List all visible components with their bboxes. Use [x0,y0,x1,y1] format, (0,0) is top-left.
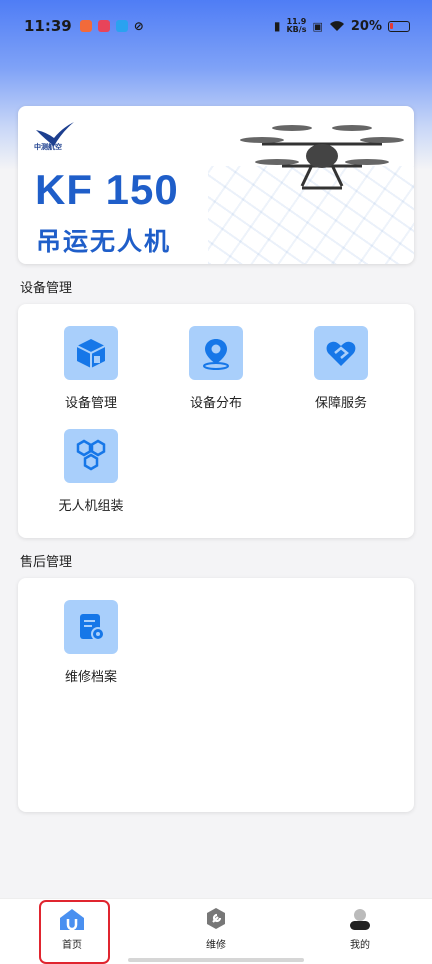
logo-text: 中测航空 [34,143,62,151]
hexagons-icon [64,429,118,483]
home-highlight-frame [39,900,110,964]
battery-icon [388,20,410,32]
drone-image [240,125,404,190]
tile-device-distribution[interactable]: 设备分布 [156,326,276,418]
user-icon [350,909,370,930]
home-indicator[interactable] [128,958,304,962]
nav-profile[interactable]: 我的 [320,907,400,951]
product-banner[interactable]: 中测航空 KF 150 吊运无人机 [18,106,414,264]
tile-repair-records[interactable]: 维修档案 [31,600,151,692]
model-subtitle: 吊运无人机 [36,227,172,256]
battery-text: 20% [350,18,382,34]
tile-support-service[interactable]: 保障服务 [281,326,401,418]
wifi-icon [329,21,344,31]
status-time: 11:39 [24,17,72,35]
section-title-device: 设备管理 [20,281,73,296]
wrench-icon [207,908,225,929]
location-pin-icon [189,326,243,380]
notification-app-icon [115,20,128,32]
nav-profile-label: 我的 [350,940,370,951]
after-sales-card: 维修档案 [18,578,414,812]
vibrate-icon: ▮ [273,19,281,33]
notification-link-icon: ⊘ [133,19,144,33]
tile-drone-assembly[interactable]: 无人机组装 [31,429,151,521]
model-title: KF 150 [35,166,179,213]
box-icon [64,326,118,380]
section-title-after-sales: 售后管理 [20,555,73,570]
notification-app-icon [97,20,110,32]
nav-repair[interactable]: 维修 [176,907,256,951]
tile-device-management[interactable]: 设备管理 [31,326,151,418]
document-gear-icon [64,600,118,654]
status-bar: 11:39 ⊘ ▮ 11.9 KB/s ▣ 20% [0,0,432,52]
network-speed: 11.9 KB/s [286,17,307,34]
nav-repair-label: 维修 [206,940,226,951]
device-management-card: 设备管理 设备分布 保障服务 无人机组装 [18,304,414,538]
sim-icon: ▣ [312,19,323,33]
notification-app-icon [79,20,92,32]
heart-shield-icon [314,326,368,380]
